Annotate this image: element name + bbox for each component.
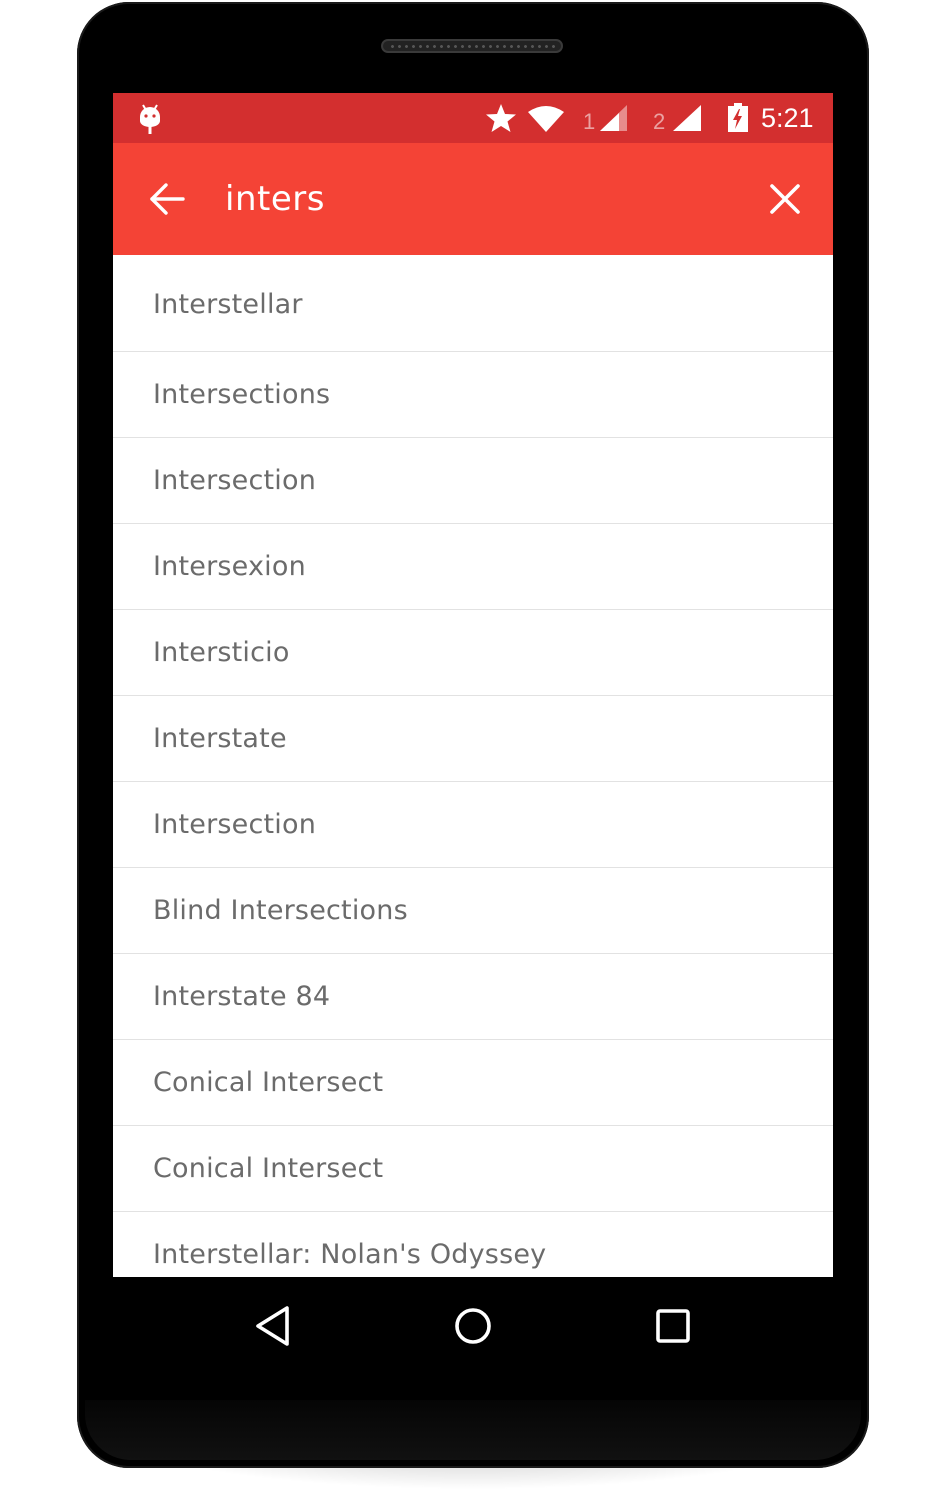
status-bar: 1 2 5:21 [113,93,833,143]
recents-square-icon [656,1309,690,1343]
nav-back-button[interactable] [245,1301,301,1351]
signal-icon: 1 [583,105,627,133]
star-icon [486,104,516,132]
close-icon [770,184,800,214]
list-item[interactable]: Conical Intersect [113,1040,833,1126]
list-item[interactable]: Interstate [113,696,833,782]
sim1-label: 1 [583,109,595,133]
arrow-back-icon [150,183,185,215]
list-item[interactable]: Intersection [113,782,833,868]
list-item[interactable]: Intersection [113,438,833,524]
list-item[interactable]: Blind Intersections [113,868,833,954]
list-item[interactable]: Interstate 84 [113,954,833,1040]
android-debug-icon [140,104,160,134]
home-circle-icon [455,1308,491,1344]
battery-charging-icon [728,103,748,132]
list-item[interactable]: Intersticio [113,610,833,696]
status-time: 5:21 [761,103,814,133]
navigation-bar [113,1277,833,1373]
speaker-grille [381,39,563,53]
screen: 1 2 5:21 Inte [113,93,833,1277]
list-item[interactable]: Conical Intersect [113,1126,833,1212]
list-item[interactable]: Intersexion [113,524,833,610]
back-button[interactable] [141,173,193,225]
signal-icon: 2 [653,105,701,133]
list-item[interactable]: Interstellar [113,255,833,352]
sim2-label: 2 [653,109,665,133]
search-toolbar [113,143,833,255]
phone-chin [85,1400,861,1460]
wifi-icon [528,106,564,132]
search-results-list: Interstellar Intersections Intersection … [113,255,833,1277]
search-input[interactable] [225,173,745,225]
list-item[interactable]: Intersections [113,352,833,438]
list-item[interactable]: Interstellar: Nolan's Odyssey [113,1212,833,1277]
nav-recents-button[interactable] [645,1301,701,1351]
nav-home-button[interactable] [445,1301,501,1351]
clear-search-button[interactable] [759,173,811,225]
back-triangle-icon [256,1306,289,1346]
